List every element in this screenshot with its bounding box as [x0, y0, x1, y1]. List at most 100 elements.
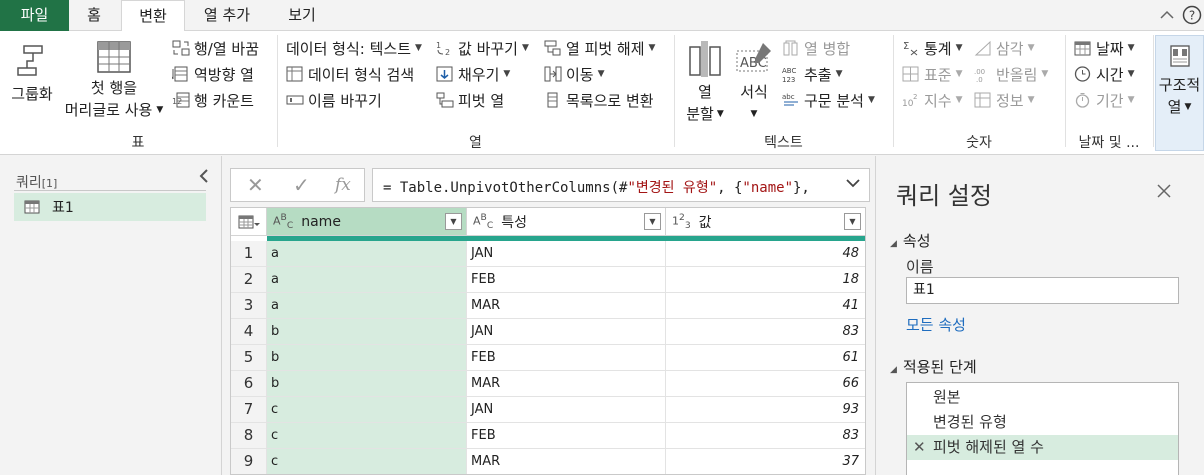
- cell-name[interactable]: a: [267, 241, 467, 267]
- extract-button[interactable]: ABC 123 추출 ▼: [782, 63, 843, 85]
- cell-name[interactable]: b: [267, 345, 467, 371]
- unpivot-columns-button[interactable]: 열 피벗 해제 ▼: [544, 37, 655, 59]
- column-header-name[interactable]: ABC name ▼: [267, 208, 467, 236]
- cell-value[interactable]: 18: [666, 267, 865, 293]
- all-properties-link[interactable]: 모든 속성: [906, 314, 966, 335]
- table-menu-button[interactable]: [231, 208, 267, 236]
- cell-name[interactable]: c: [267, 397, 467, 423]
- time-button[interactable]: 시간 ▼: [1074, 63, 1135, 85]
- row-number[interactable]: 5: [231, 345, 267, 371]
- cell-name[interactable]: a: [267, 293, 467, 319]
- cell-value[interactable]: 66: [666, 371, 865, 397]
- cell-value[interactable]: 48: [666, 241, 865, 267]
- row-number[interactable]: 1: [231, 241, 267, 267]
- rounding-button[interactable]: .00.0 반올림 ▼: [974, 63, 1048, 85]
- cell-attribute[interactable]: JAN: [467, 397, 666, 423]
- cell-attribute[interactable]: FEB: [467, 423, 666, 449]
- filter-dropdown-icon[interactable]: ▼: [844, 213, 861, 230]
- cancel-icon[interactable]: ✕: [247, 173, 264, 197]
- detect-data-type-button[interactable]: 데이터 형식 검색: [286, 63, 414, 85]
- tab-home[interactable]: 홈: [73, 0, 115, 31]
- cell-value[interactable]: 61: [666, 345, 865, 371]
- cell-value[interactable]: 41: [666, 293, 865, 319]
- cell-attribute[interactable]: JAN: [467, 319, 666, 345]
- parse-button[interactable]: abc 구문 분석 ▼: [782, 89, 875, 111]
- row-number[interactable]: 9: [231, 449, 267, 474]
- parse-label: 구문 분석: [804, 91, 864, 110]
- row-number[interactable]: 4: [231, 319, 267, 345]
- reverse-rows-button[interactable]: 역방향 열: [171, 63, 254, 85]
- cell-name[interactable]: a: [267, 267, 467, 293]
- step-item[interactable]: 변경된 유형: [907, 410, 1178, 435]
- cell-attribute[interactable]: MAR: [467, 293, 666, 319]
- query-item[interactable]: 표1: [14, 193, 206, 221]
- step-item[interactable]: 원본: [907, 385, 1178, 410]
- row-number[interactable]: 7: [231, 397, 267, 423]
- properties-section[interactable]: ◢ 속성: [890, 230, 931, 251]
- structured-column-button[interactable]: 구조적 열 ▼: [1155, 35, 1204, 151]
- cell-name[interactable]: b: [267, 371, 467, 397]
- trigonometry-button[interactable]: 삼각 ▼: [974, 37, 1035, 59]
- split-column-button[interactable]: 열 분할 ▼: [680, 41, 730, 125]
- collapse-ribbon-icon[interactable]: [1160, 6, 1174, 24]
- step-item-selected[interactable]: ✕ 피벗 해제된 열 수: [907, 435, 1178, 460]
- cell-attribute[interactable]: MAR: [467, 449, 666, 474]
- row-number[interactable]: 6: [231, 371, 267, 397]
- filter-dropdown-icon[interactable]: ▼: [445, 213, 462, 230]
- duration-button[interactable]: 기간 ▼: [1074, 89, 1135, 111]
- close-icon[interactable]: [1156, 180, 1172, 205]
- cell-value[interactable]: 83: [666, 319, 865, 345]
- query-settings-title: 쿼리 설정: [896, 182, 992, 210]
- collapse-pane-icon[interactable]: [198, 168, 210, 189]
- cell-value[interactable]: 37: [666, 449, 865, 474]
- fill-button[interactable]: 채우기 ▼: [436, 63, 510, 85]
- first-row-header-button[interactable]: 첫 행을 머리글로 사용 ▼: [60, 41, 168, 121]
- column-header-attribute[interactable]: ABC 특성 ▼: [467, 208, 666, 236]
- scientific-button[interactable]: 10 2 지수 ▼: [902, 89, 963, 111]
- check-icon[interactable]: ✓: [293, 173, 310, 197]
- cell-name[interactable]: c: [267, 449, 467, 474]
- row-number[interactable]: 2: [231, 267, 267, 293]
- count-rows-button[interactable]: 12 행 카운트: [172, 89, 254, 111]
- merge-columns-button[interactable]: 열 병합: [782, 37, 850, 59]
- row-number[interactable]: 8: [231, 423, 267, 449]
- fx-icon[interactable]: fx: [335, 175, 351, 195]
- formula-bar[interactable]: = Table.UnpivotOtherColumns(#"변경된 유형", {…: [372, 168, 870, 202]
- cell-value[interactable]: 83: [666, 423, 865, 449]
- tab-add-column[interactable]: 열 추가: [192, 0, 262, 31]
- filter-dropdown-icon[interactable]: ▼: [644, 213, 661, 230]
- formula-text[interactable]: = Table.UnpivotOtherColumns(#"변경된 유형", {…: [383, 177, 810, 197]
- cell-value[interactable]: 93: [666, 397, 865, 423]
- applied-steps-section[interactable]: ◢ 적용된 단계: [890, 356, 977, 377]
- pivot-column-button[interactable]: 피벗 열: [436, 89, 504, 111]
- cell-name[interactable]: c: [267, 423, 467, 449]
- tab-file[interactable]: 파일: [0, 0, 69, 31]
- transpose-button[interactable]: 행/열 바꿈: [172, 37, 259, 59]
- rename-button[interactable]: 이름 바꾸기: [286, 89, 382, 111]
- data-type-dropdown[interactable]: 데이터 형식: 텍스트 ▼: [286, 37, 422, 59]
- query-name-field[interactable]: 표1: [906, 277, 1179, 304]
- row-number[interactable]: 3: [231, 293, 267, 319]
- tab-view[interactable]: 보기: [280, 0, 324, 31]
- information-button[interactable]: 정보 ▼: [974, 89, 1035, 111]
- tab-transform[interactable]: 변환: [121, 0, 185, 32]
- cell-name[interactable]: b: [267, 319, 467, 345]
- expand-formula-icon[interactable]: [845, 175, 861, 193]
- chevron-down-icon: ▼: [648, 43, 656, 53]
- cell-attribute[interactable]: JAN: [467, 241, 666, 267]
- replace-values-button[interactable]: 12 값 바꾸기 ▼: [436, 37, 529, 59]
- count-rows-icon: 12: [172, 92, 190, 108]
- move-button[interactable]: 이동 ▼: [544, 63, 605, 85]
- cell-attribute[interactable]: FEB: [467, 345, 666, 371]
- format-button[interactable]: ABC 서식 ▼: [733, 41, 775, 125]
- cell-attribute[interactable]: FEB: [467, 267, 666, 293]
- date-button[interactable]: 날짜 ▼: [1074, 37, 1135, 59]
- help-icon[interactable]: ?: [1182, 5, 1202, 29]
- group-by-button[interactable]: 그룹화: [6, 43, 58, 105]
- cell-attribute[interactable]: MAR: [467, 371, 666, 397]
- standard-button[interactable]: 표준 ▼: [902, 63, 963, 85]
- delete-step-icon[interactable]: ✕: [913, 435, 926, 460]
- convert-to-list-button[interactable]: 목록으로 변환: [544, 89, 654, 111]
- column-header-value[interactable]: 123 값 ▼: [666, 208, 865, 236]
- statistics-button[interactable]: Σ 통계 ▼: [902, 37, 963, 59]
